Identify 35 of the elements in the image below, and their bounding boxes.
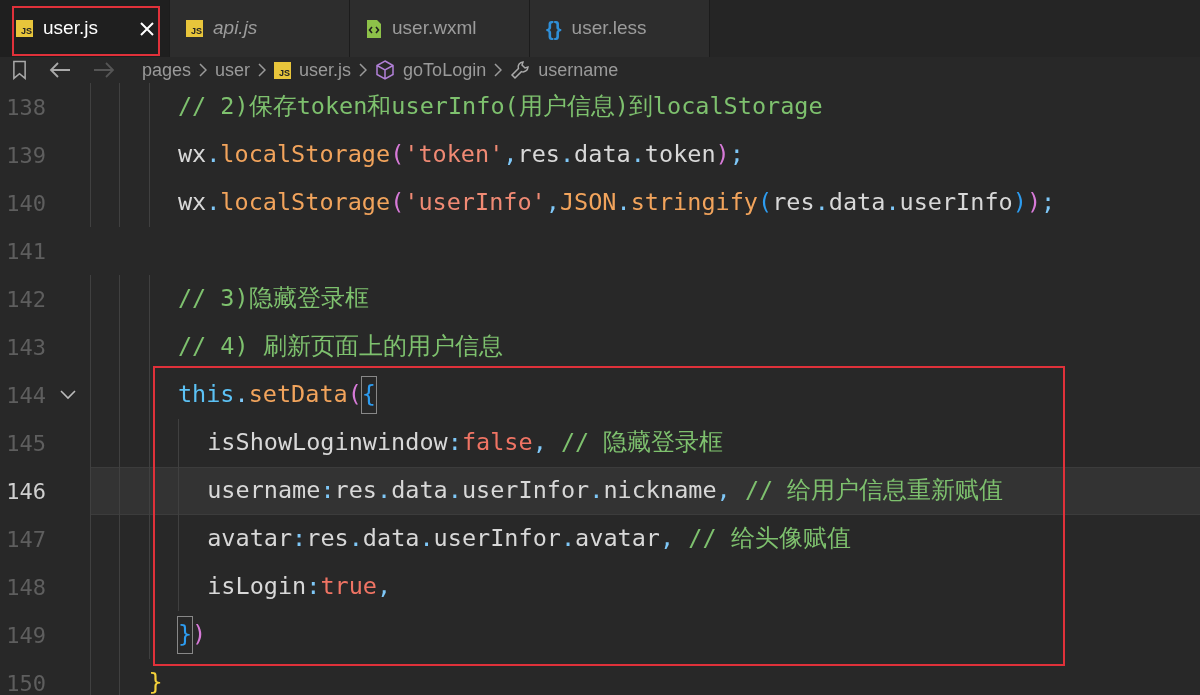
breadcrumb-item[interactable]: user.js [299, 61, 352, 79]
breadcrumb-item[interactable]: goToLogin [403, 61, 487, 79]
js-file-icon: JS [16, 20, 33, 37]
back-arrow-icon[interactable] [49, 62, 71, 78]
code-line: // 2)保存token和userInfo(用户信息)到localStorage [90, 83, 1200, 131]
chevron-icon [494, 63, 503, 77]
code-line: // 4) 刷新页面上的用户信息 [90, 323, 1200, 371]
breadcrumb-item[interactable]: user [215, 61, 251, 79]
code-line: avatar:res.data.userInfor.avatar, // 给头像赋值 [90, 515, 1200, 563]
fold-chevron-icon[interactable] [60, 390, 76, 400]
code-line: wx.localStorage('token',res.data.token); [90, 131, 1200, 179]
code-line: isLogin:true, [90, 563, 1200, 611]
code-line: }) [90, 611, 1200, 659]
editor-tab[interactable]: {} user.less [530, 0, 710, 57]
editor-tab[interactable]: user.wxml [350, 0, 530, 57]
code-line: this.setData({ [90, 371, 1200, 419]
breadcrumb-item[interactable]: username [538, 61, 619, 79]
braces-icon: {} [546, 13, 562, 44]
breadcrumb-item[interactable]: pages [142, 61, 192, 79]
chevron-icon [359, 63, 368, 77]
line-number: 146 [5, 477, 46, 506]
code-line: wx.localStorage('userInfo',JSON.stringify(res.data.userInfo)); [90, 179, 1200, 227]
wrench-icon [510, 60, 531, 80]
cube-icon [375, 60, 396, 80]
editor-tab[interactable]: JS api.js [170, 0, 350, 57]
js-file-icon: JS [274, 61, 292, 79]
chevron-icon [199, 63, 208, 77]
file-code-icon [366, 18, 382, 39]
code-line: // 3)隐藏登录框 [90, 275, 1200, 323]
code-line: } [90, 659, 1200, 695]
editor-tab[interactable]: JS user.js [0, 0, 170, 57]
js-file-icon: JS [186, 20, 203, 37]
bookmark-icon[interactable] [12, 60, 27, 80]
chevron-icon [258, 63, 267, 77]
close-icon[interactable] [139, 20, 155, 37]
